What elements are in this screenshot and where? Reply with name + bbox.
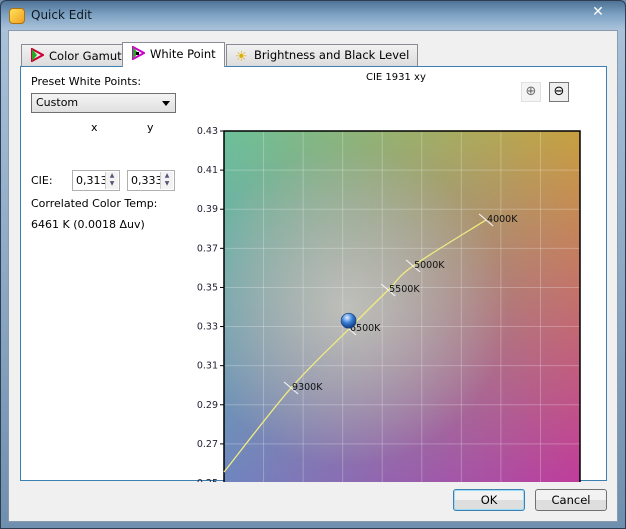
cie-y-spinner[interactable]: 0,333 ▲ ▼ [127,170,175,191]
spin-up-icon[interactable]: ▲ [106,172,118,180]
white-point-icon [132,46,145,60]
tab-white-point[interactable]: White Point [122,42,225,67]
y-tick-label: 0.39 [197,204,218,215]
cie-label: CIE: [31,174,53,187]
y-tick-label: 0.37 [197,243,218,254]
y-tick-label: 0.25 [197,478,218,482]
tab-label: Color Gamut [49,49,122,63]
y-tick-label: 0.29 [197,400,218,411]
cie-y-value: 0,333 [131,174,163,187]
cancel-button[interactable]: Cancel [535,489,607,511]
title-bar[interactable]: Quick Edit ✕ [1,1,625,31]
tab-brightness-black-level[interactable]: ☀ Brightness and Black Level [226,44,419,66]
cct-label: 5000K [414,260,445,271]
spin-down-icon[interactable]: ▼ [106,180,118,188]
window-title: Quick Edit [31,8,92,22]
cie-x-value: 0,313 [76,174,108,187]
preset-dropdown[interactable]: Custom [31,93,176,113]
y-header: y [147,121,154,134]
preset-label: Preset White Points: [31,75,142,88]
tab-label: Brightness and Black Level [254,48,410,62]
y-tick-label: 0.41 [197,165,218,176]
sun-icon: ☀ [235,49,248,65]
preset-value: Custom [36,96,79,109]
y-tick-label: 0.33 [197,322,218,333]
cct-label: 9300K [292,382,323,393]
cct-value: 6461 K (0.0018 Δuv) [31,218,145,231]
white-point-panel: Preset White Points: Custom x y CIE: 0,3… [20,66,608,482]
y-tick-label: 0.27 [197,439,218,450]
cct-label: 4000K [487,214,518,225]
tab-color-gamut[interactable]: Color Gamut [21,44,131,66]
cie-chart[interactable]: CIE 1931 xy ⊕ ⊖ 0.43 0.41 0.39 0.37 0.35… [171,67,608,482]
y-tick-label: 0.31 [197,361,218,372]
y-tick-label: 0.43 [197,126,218,137]
ok-button[interactable]: OK [453,489,525,511]
dialog-body: Color Gamut White Point ☀ Brightness and … [8,30,618,522]
close-icon[interactable]: ✕ [587,2,609,22]
white-point-handle[interactable] [340,312,357,329]
chevron-down-icon [162,101,170,106]
plot-area: 0.25 0.27 0.29 0.31 0.33 0.35 0.37 0.39 0.41 0.43… [197,126,581,482]
y-tick-label: 0.35 [197,282,218,293]
x-header: x [91,121,98,134]
quick-edit-window: Quick Edit ✕ Color Gamut White Point ☀ Br… [0,0,626,529]
app-icon [9,8,25,24]
color-gamut-icon [31,48,44,62]
tab-label: White Point [150,47,216,61]
cct-label: Correlated Color Temp: [31,197,158,210]
cie-x-spinner[interactable]: 0,313 ▲ ▼ [72,170,120,191]
cct-label: 5500K [389,284,420,295]
